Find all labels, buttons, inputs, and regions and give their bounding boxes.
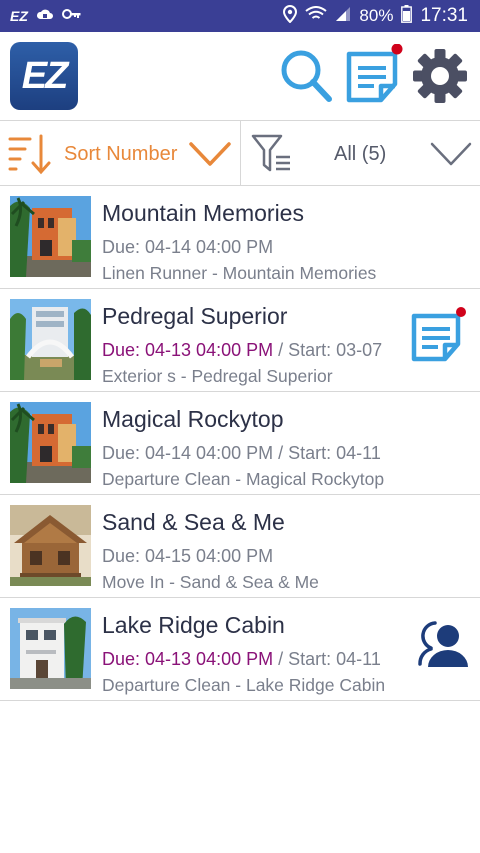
filter-selector[interactable]: All (5)	[241, 121, 480, 185]
task-title: Magical Rockytop	[102, 406, 284, 432]
app-logo: EZ	[10, 42, 78, 110]
settings-button[interactable]	[410, 44, 470, 109]
signal-icon	[335, 6, 351, 27]
app-toolbar: EZ	[0, 32, 480, 120]
task-row[interactable]: Lake Ridge Cabin Due: 04-13 04:00 PM / S…	[0, 598, 480, 701]
notification-dot	[456, 307, 466, 317]
status-app-badge: EZ	[10, 8, 28, 24]
task-description: Departure Clean - Lake Ridge Cabin	[102, 675, 386, 695]
task-dates: Due: 04-13 04:00 PM / Start: 04-11	[102, 649, 381, 670]
task-title: Mountain Memories	[102, 200, 304, 226]
status-bar: EZ 80% 17:31	[0, 0, 480, 32]
notes-icon[interactable]	[410, 307, 468, 370]
sort-icon	[8, 133, 54, 180]
chevron-down-icon	[429, 139, 473, 174]
task-description: Departure Clean - Magical Rockytop	[102, 469, 385, 489]
task-title: Sand & Sea & Me	[102, 509, 285, 535]
task-dates: Due: 04-14 04:00 PM / Start: 04-11	[102, 443, 381, 464]
property-thumbnail	[10, 608, 91, 689]
task-dates: Due: 04-13 04:00 PM / Start: 03-07	[102, 340, 382, 361]
task-description: Exterior s - Pedregal Superior	[102, 366, 333, 386]
task-start: / Start: 04-11	[273, 443, 381, 463]
task-row[interactable]: Mountain Memories Due: 04-14 04:00 PM Li…	[0, 186, 480, 289]
chevron-down-icon	[188, 139, 232, 174]
battery-percent: 80%	[359, 6, 394, 25]
task-due: Due: 04-13 04:00 PM	[102, 649, 274, 669]
task-title: Lake Ridge Cabin	[102, 612, 285, 638]
sort-label: Sort Number	[64, 143, 178, 165]
task-row[interactable]: Pedregal Superior Due: 04-13 04:00 PM / …	[0, 289, 480, 392]
notification-dot	[391, 43, 403, 55]
property-thumbnail	[10, 196, 91, 277]
gear-icon	[413, 49, 467, 103]
location-icon	[283, 4, 298, 28]
property-thumbnail	[10, 402, 91, 483]
task-row[interactable]: Magical Rockytop Due: 04-14 04:00 PM / S…	[0, 392, 480, 495]
task-start: / Start: 04-11	[273, 649, 381, 669]
task-due: Due: 04-14 04:00 PM	[102, 443, 274, 463]
cloud-lock-icon	[36, 6, 54, 27]
sort-selector[interactable]: Sort Number	[0, 121, 241, 185]
notes-button[interactable]	[344, 43, 406, 111]
search-button[interactable]	[279, 44, 333, 109]
notes-icon	[346, 43, 403, 103]
task-description: Move In - Sand & Sea & Me	[102, 572, 319, 592]
status-bar-left: EZ	[10, 6, 82, 27]
person-icon[interactable]	[418, 620, 468, 673]
task-dates: Due: 04-15 04:00 PM	[102, 546, 273, 567]
task-due: Due: 04-14 04:00 PM	[102, 237, 274, 257]
status-bar-right: 80% 17:31	[283, 4, 468, 28]
task-start: / Start: 03-07	[273, 340, 383, 360]
search-icon	[281, 50, 332, 102]
task-due: Due: 04-15 04:00 PM	[102, 546, 274, 566]
sort-filter-bar: Sort Number All (5)	[0, 120, 480, 186]
task-dates: Due: 04-14 04:00 PM	[102, 237, 273, 258]
task-list: Mountain Memories Due: 04-14 04:00 PM Li…	[0, 186, 480, 701]
property-thumbnail	[10, 299, 91, 380]
clock-time: 17:31	[420, 5, 468, 26]
task-due: Due: 04-13 04:00 PM	[102, 340, 274, 360]
task-description: Linen Runner - Mountain Memories	[102, 263, 377, 283]
task-row[interactable]: Sand & Sea & Me Due: 04-15 04:00 PM Move…	[0, 495, 480, 598]
filter-label: All (5)	[334, 143, 387, 165]
key-icon	[61, 7, 82, 25]
battery-icon	[401, 4, 413, 28]
property-thumbnail	[10, 505, 91, 586]
wifi-icon	[305, 5, 328, 27]
task-title: Pedregal Superior	[102, 303, 288, 329]
filter-icon	[251, 133, 293, 180]
